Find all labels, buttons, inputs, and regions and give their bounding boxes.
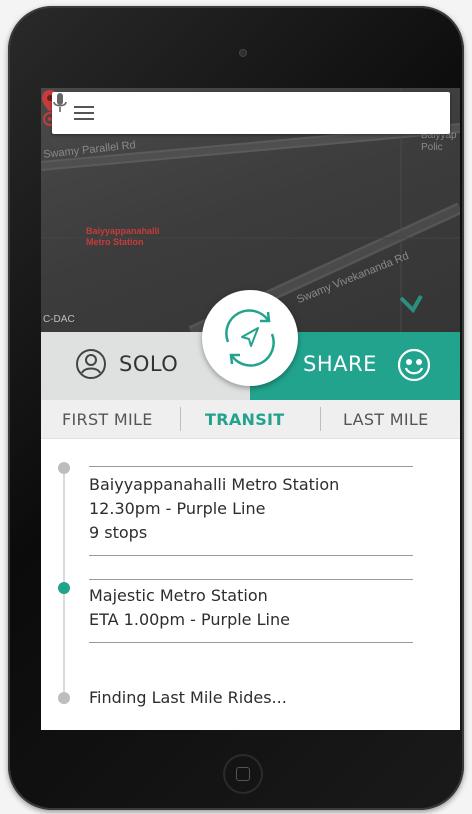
app-screen: Swamy Parallel Rd Swamy Vivekananda Rd B… — [41, 88, 460, 730]
divider — [89, 466, 413, 467]
camera-icon — [240, 50, 246, 56]
divider — [89, 642, 413, 643]
tab-first-mile[interactable]: FIRST MILE — [62, 410, 153, 429]
stop-detail: 12.30pm - Purple Line — [89, 499, 266, 518]
timeline-dot — [58, 692, 70, 704]
solo-label: SOLO — [119, 352, 179, 376]
home-button[interactable] — [223, 754, 263, 794]
mile-tabs: FIRST MILE TRANSIT LAST MILE — [41, 400, 460, 439]
map-label-cdac: C-DAC — [43, 314, 75, 325]
stop-title: Baiyyappanahalli Metro Station — [89, 475, 340, 494]
hamburger-menu-icon[interactable] — [74, 106, 94, 120]
tab-divider — [180, 407, 181, 431]
share-label: SHARE — [303, 352, 377, 376]
finding-rides-status: Finding Last Mile Rides... — [89, 688, 287, 707]
timeline-dot — [58, 462, 70, 474]
pin-label-line-1: Baiyyappanahalli — [86, 226, 160, 236]
divider — [89, 555, 413, 556]
microphone-icon[interactable] — [52, 92, 68, 114]
share-smiley-icon — [397, 348, 431, 382]
tab-last-mile[interactable]: LAST MILE — [343, 410, 429, 429]
divider — [89, 579, 413, 580]
pin-label-line-2: Metro Station — [86, 237, 144, 247]
transit-itinerary: Baiyyappanahalli Metro Station 12.30pm -… — [41, 439, 460, 730]
pin-label: Baiyyappanahalli Metro Station — [86, 226, 160, 248]
tablet-frame: Swamy Parallel Rd Swamy Vivekananda Rd B… — [8, 6, 464, 810]
compass-navigation-icon — [225, 309, 275, 367]
navigation-button[interactable] — [202, 290, 298, 386]
search-bar[interactable] — [52, 92, 450, 134]
stop-title: Majestic Metro Station — [89, 586, 268, 605]
tab-transit[interactable]: TRANSIT — [205, 410, 285, 429]
timeline-dot-active — [58, 582, 70, 594]
tab-divider — [320, 407, 321, 431]
stop-count: 9 stops — [89, 523, 148, 542]
stop-detail: ETA 1.00pm - Purple Line — [89, 610, 290, 629]
solo-person-icon — [76, 349, 106, 379]
